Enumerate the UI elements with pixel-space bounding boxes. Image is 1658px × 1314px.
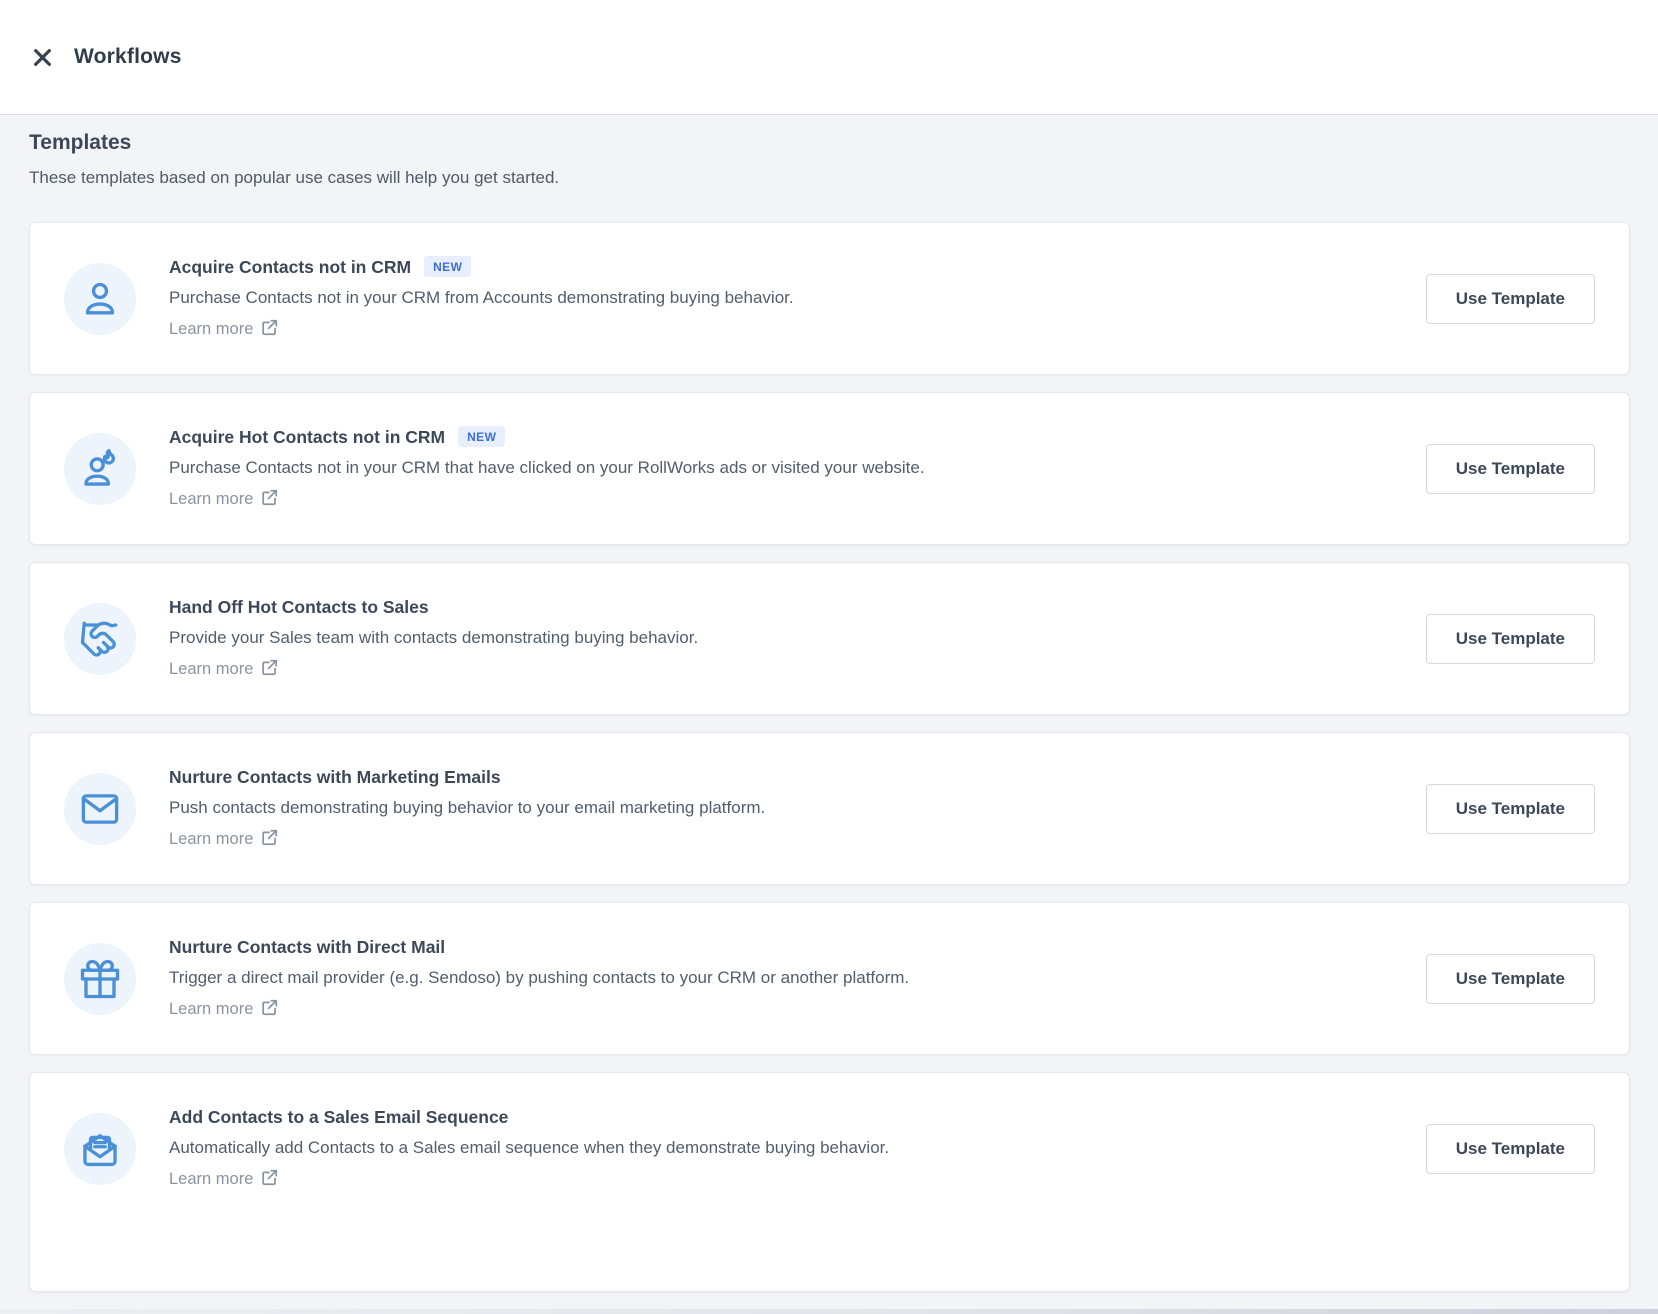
learn-more-label: Learn more <box>169 660 253 679</box>
external-link-icon <box>260 318 279 342</box>
learn-more-label: Learn more <box>169 830 253 849</box>
learn-more-label: Learn more <box>169 490 253 509</box>
template-list: Acquire Contacts not in CRM NEW Purchase… <box>29 222 1630 1292</box>
handshake-icon <box>64 603 136 675</box>
workflows-header: Workflows <box>0 0 1658 115</box>
template-description: Purchase Contacts not in your CRM from A… <box>169 287 1402 309</box>
template-description: Purchase Contacts not in your CRM that h… <box>169 457 1402 479</box>
learn-more-link[interactable]: Learn more <box>169 658 279 682</box>
learn-more-label: Learn more <box>169 320 253 339</box>
learn-more-link[interactable]: Learn more <box>169 828 279 852</box>
template-description: Push contacts demonstrating buying behav… <box>169 797 1402 819</box>
close-icon <box>33 48 52 67</box>
use-template-button[interactable]: Use Template <box>1426 1124 1595 1174</box>
template-title: Acquire Hot Contacts not in CRM <box>169 426 445 448</box>
user-flame-icon <box>64 433 136 505</box>
template-description: Automatically add Contacts to a Sales em… <box>169 1137 1402 1159</box>
template-title: Add Contacts to a Sales Email Sequence <box>169 1106 508 1128</box>
mail-icon <box>64 773 136 845</box>
template-card: Acquire Hot Contacts not in CRM NEW Purc… <box>29 392 1630 545</box>
use-template-button[interactable]: Use Template <box>1426 784 1595 834</box>
close-button[interactable] <box>24 39 60 75</box>
template-card: Nurture Contacts with Marketing Emails P… <box>29 732 1630 885</box>
learn-more-label: Learn more <box>169 1170 253 1189</box>
use-template-button[interactable]: Use Template <box>1426 274 1595 324</box>
templates-section: Templates These templates based on popul… <box>0 115 1658 1314</box>
use-template-button[interactable]: Use Template <box>1426 444 1595 494</box>
template-card: Acquire Contacts not in CRM NEW Purchase… <box>29 222 1630 375</box>
template-title: Acquire Contacts not in CRM <box>169 256 411 278</box>
mail-open-icon <box>64 1113 136 1185</box>
use-template-button[interactable]: Use Template <box>1426 614 1595 664</box>
templates-heading: Templates <box>29 129 1630 157</box>
learn-more-link[interactable]: Learn more <box>169 998 279 1022</box>
new-badge: NEW <box>458 426 505 447</box>
learn-more-link[interactable]: Learn more <box>169 1168 279 1192</box>
bottom-shadow <box>0 1309 1658 1314</box>
external-link-icon <box>260 1168 279 1192</box>
learn-more-label: Learn more <box>169 1000 253 1019</box>
template-title: Hand Off Hot Contacts to Sales <box>169 596 429 618</box>
template-description: Provide your Sales team with contacts de… <box>169 627 1402 649</box>
external-link-icon <box>260 488 279 512</box>
template-title: Nurture Contacts with Marketing Emails <box>169 766 501 788</box>
template-title: Nurture Contacts with Direct Mail <box>169 936 445 958</box>
user-icon <box>64 263 136 335</box>
external-link-icon <box>260 998 279 1022</box>
template-card: Nurture Contacts with Direct Mail Trigge… <box>29 902 1630 1055</box>
templates-subtitle: These templates based on popular use cas… <box>29 167 1630 189</box>
new-badge: NEW <box>424 256 471 277</box>
learn-more-link[interactable]: Learn more <box>169 318 279 342</box>
page-title: Workflows <box>74 45 182 69</box>
gift-icon <box>64 943 136 1015</box>
external-link-icon <box>260 658 279 682</box>
template-description: Trigger a direct mail provider (e.g. Sen… <box>169 967 1402 989</box>
learn-more-link[interactable]: Learn more <box>169 488 279 512</box>
template-card: Hand Off Hot Contacts to Sales Provide y… <box>29 562 1630 715</box>
template-card: Add Contacts to a Sales Email Sequence A… <box>29 1072 1630 1292</box>
external-link-icon <box>260 828 279 852</box>
use-template-button[interactable]: Use Template <box>1426 954 1595 1004</box>
